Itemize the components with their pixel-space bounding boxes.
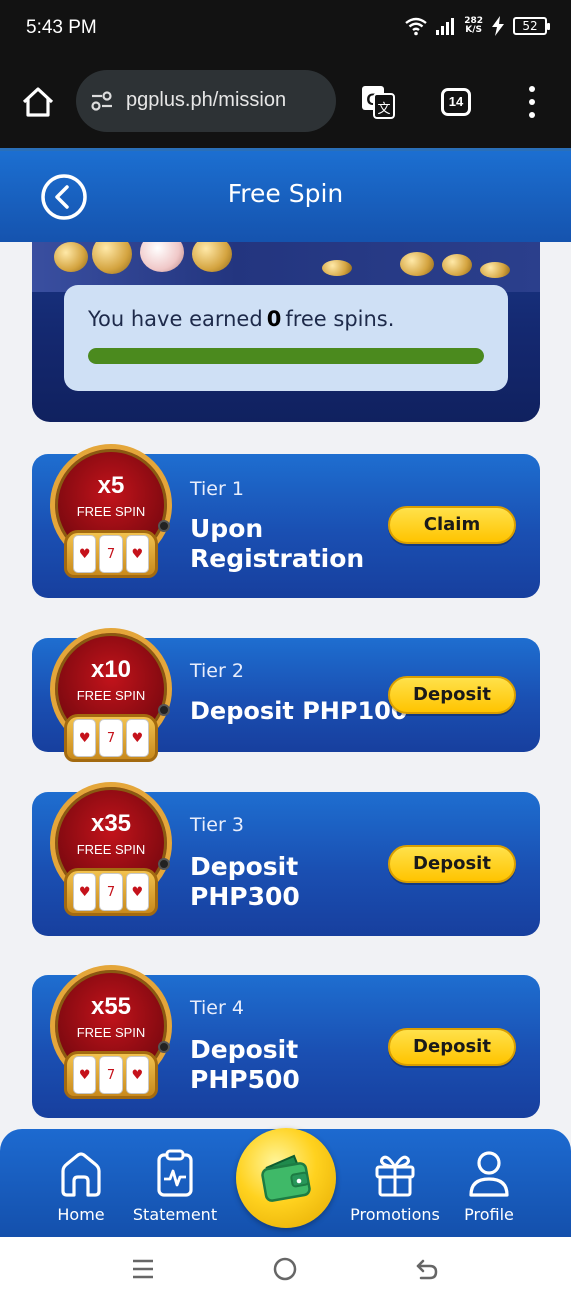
- deposit-button[interactable]: Deposit: [388, 676, 516, 714]
- home-icon: [61, 1152, 101, 1197]
- more-menu-icon[interactable]: [526, 86, 538, 118]
- deposit-button[interactable]: Deposit: [388, 1028, 516, 1066]
- progress-bar-fill: [88, 348, 484, 364]
- tabs-button[interactable]: 14: [441, 88, 471, 116]
- slot-lever-icon: [158, 520, 170, 532]
- earned-spins-count: 0: [266, 307, 282, 331]
- app-header: Free Spin: [0, 148, 571, 242]
- badge-multiplier: x5: [97, 472, 125, 499]
- nav-profile[interactable]: Profile: [444, 1149, 534, 1224]
- wallet-icon: [261, 1154, 311, 1202]
- free-spin-badge: x5 FREE SPIN ♥ 7 ♥: [50, 444, 172, 586]
- slot-lever-icon: [158, 704, 170, 716]
- badge-label: FREE SPIN: [76, 842, 146, 857]
- nav-label: Home: [57, 1205, 105, 1224]
- slot-machine-icon: ♥ 7 ♥: [64, 530, 158, 578]
- address-bar[interactable]: pgplus.ph/mission: [76, 70, 336, 132]
- nav-label: Promotions: [350, 1205, 440, 1224]
- status-bar: 5:43 PM 282 K/S 52: [0, 0, 571, 56]
- tier-card-3: x35 FREE SPIN ♥ 7 ♥ Tier 3 Deposit PHP300 …: [32, 782, 540, 936]
- nav-statement[interactable]: Statement: [130, 1149, 220, 1224]
- badge-multiplier: x10: [90, 656, 132, 683]
- site-settings-icon[interactable]: [90, 90, 114, 112]
- tier-title: Deposit PHP300: [190, 852, 300, 911]
- tier-label: Tier 1: [190, 478, 244, 500]
- nav-home[interactable]: Home: [36, 1149, 126, 1224]
- claim-button[interactable]: Claim: [388, 506, 516, 544]
- url-text: pgplus.ph/mission: [126, 89, 287, 111]
- tier-card-1: x5 FREE SPIN ♥ 7 ♥ Tier 1 Upon Registratio…: [32, 444, 540, 598]
- tier-title: Deposit PHP500: [190, 1035, 300, 1094]
- charging-icon: [492, 16, 504, 36]
- network-speed: 282 K/S: [464, 16, 483, 35]
- browser-toolbar: pgplus.ph/mission G文 14: [0, 56, 571, 148]
- slot-lever-icon: [158, 858, 170, 870]
- clipboard-chart-icon: [157, 1149, 193, 1197]
- battery-icon: 52: [513, 17, 550, 35]
- home-circle-icon[interactable]: [273, 1257, 297, 1281]
- gift-icon: [375, 1155, 415, 1197]
- home-icon[interactable]: [18, 82, 58, 122]
- tier-card-2: x10 FREE SPIN ♥ 7 ♥ Tier 2 Deposit PHP100 …: [32, 628, 540, 762]
- profile-icon: [469, 1151, 509, 1197]
- nav-label: Statement: [132, 1205, 218, 1224]
- status-time: 5:43 PM: [26, 17, 97, 38]
- signal-icon: [436, 18, 455, 35]
- bottom-nav: Home Statement Promotions Profile: [0, 1128, 571, 1237]
- progress-panel: You have earned 0 free spins.: [64, 285, 508, 391]
- badge-multiplier: x35: [90, 810, 132, 837]
- badge-label: FREE SPIN: [76, 688, 146, 703]
- badge-label: FREE SPIN: [76, 1025, 146, 1040]
- translate-icon[interactable]: G文: [360, 84, 396, 120]
- tier-label: Tier 2: [190, 660, 244, 682]
- slot-lever-icon: [158, 1041, 170, 1053]
- nav-promotions[interactable]: Promotions: [350, 1149, 440, 1224]
- free-spin-badge: x10 FREE SPIN ♥ 7 ♥: [50, 628, 172, 770]
- system-nav-bar: [0, 1237, 571, 1300]
- status-icons: 282 K/S 52: [404, 16, 550, 36]
- back-icon[interactable]: [415, 1257, 439, 1281]
- recent-apps-icon[interactable]: [131, 1257, 155, 1281]
- tier-title: Deposit PHP100: [190, 697, 408, 725]
- wifi-icon: [405, 17, 427, 36]
- svg-text:文: 文: [377, 102, 390, 117]
- page-title: Free Spin: [227, 179, 344, 208]
- tier-label: Tier 4: [190, 997, 244, 1019]
- slot-machine-icon: ♥ 7 ♥: [64, 868, 158, 916]
- tier-card-4: x55 FREE SPIN ♥ 7 ♥ Tier 4 Deposit PHP500 …: [32, 965, 540, 1118]
- slot-machine-icon: ♥ 7 ♥: [64, 1051, 158, 1099]
- free-spin-badge: x55 FREE SPIN ♥ 7 ♥: [50, 965, 172, 1107]
- free-spin-badge: x35 FREE SPIN ♥ 7 ♥: [50, 782, 172, 924]
- wallet-button[interactable]: [236, 1128, 336, 1228]
- slot-machine-icon: ♥ 7 ♥: [64, 714, 158, 762]
- progress-bar: [88, 348, 484, 364]
- tier-label: Tier 3: [190, 814, 244, 836]
- badge-multiplier: x55: [90, 993, 132, 1020]
- deposit-button[interactable]: Deposit: [388, 845, 516, 883]
- badge-label: FREE SPIN: [76, 504, 146, 519]
- tier-title: Upon Registration: [190, 514, 365, 573]
- nav-label: Profile: [464, 1205, 514, 1224]
- earned-spins-text: You have earned 0 free spins.: [88, 307, 395, 331]
